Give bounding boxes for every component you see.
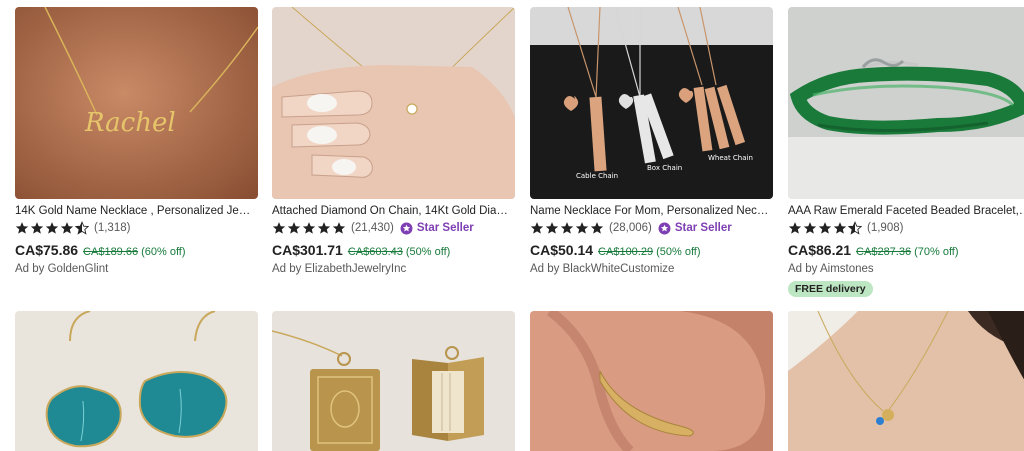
- original-price: CA$287.36: [856, 246, 912, 258]
- star-icon: [560, 222, 574, 234]
- ad-shop-label[interactable]: Ad by ElizabethJewelryInc: [272, 263, 515, 275]
- chain-label-wheat: Wheat Chain: [708, 154, 753, 162]
- listing-image-8[interactable]: [788, 311, 1024, 451]
- star-seller-badge: Star Seller: [658, 222, 732, 235]
- price-row: CA$86.21 CA$287.36 (70% off): [788, 242, 1024, 260]
- price-row: CA$301.71 CA$603.43 (50% off): [272, 242, 515, 260]
- star-icon: [30, 222, 44, 234]
- star-seller-label: Star Seller: [416, 222, 474, 234]
- star-icon: [45, 222, 59, 234]
- listing-image-2[interactable]: [272, 7, 515, 199]
- star-icon: [818, 222, 832, 234]
- listing-card-7[interactable]: [530, 311, 773, 451]
- star-rating: [272, 221, 347, 235]
- review-count: (28,006): [609, 222, 652, 234]
- star-icon: [803, 222, 817, 234]
- star-icon: [15, 222, 29, 234]
- sale-price: CA$301.71: [272, 242, 343, 258]
- listing-title[interactable]: AAA Raw Emerald Faceted Beaded Bracelet,…: [788, 204, 1024, 218]
- rating-row: (21,430) Star Seller: [272, 220, 515, 236]
- ad-shop-label[interactable]: Ad by Aimstones: [788, 263, 1024, 275]
- listing-card-1[interactable]: Rachel 14K Gold Name Necklace , Personal…: [15, 7, 258, 275]
- listing-card-6[interactable]: [272, 311, 515, 451]
- listing-card-8[interactable]: [788, 311, 1024, 451]
- listing-title[interactable]: 14K Gold Name Necklace , Personalized Je…: [15, 204, 258, 218]
- original-price: CA$603.43: [347, 246, 403, 258]
- rating-row: (1,908): [788, 220, 1024, 236]
- free-delivery-badge: FREE delivery: [788, 281, 873, 297]
- listing-grid: Rachel 14K Gold Name Necklace , Personal…: [0, 0, 1024, 451]
- star-icon: [833, 222, 847, 234]
- listing-card-5[interactable]: [15, 311, 258, 451]
- star-icon: [530, 222, 544, 234]
- chain-label-box: Box Chain: [647, 164, 682, 172]
- star-icon: [272, 222, 286, 234]
- star-seller-label: Star Seller: [674, 222, 732, 234]
- sale-price: CA$50.14: [530, 242, 594, 258]
- sale-price: CA$86.21: [788, 242, 852, 258]
- sale-price: CA$75.86: [15, 242, 79, 258]
- discount-label: (70% off): [914, 246, 959, 258]
- necklace-name-text: Rachel: [84, 108, 176, 138]
- star-icon: [590, 222, 604, 234]
- star-icon: [575, 222, 589, 234]
- listing-card-3[interactable]: Cable Chain Box Chain Wheat Chain Name N…: [530, 7, 773, 275]
- half-star-icon: [848, 221, 862, 235]
- rating-row: (1,318): [15, 220, 258, 236]
- star-seller-icon: [658, 222, 671, 234]
- star-rating: [15, 221, 90, 235]
- star-rating: [530, 221, 605, 235]
- discount-label: (50% off): [656, 246, 701, 258]
- discount-label: (50% off): [405, 246, 451, 258]
- listing-image-5[interactable]: [15, 311, 258, 451]
- star-icon: [332, 222, 346, 234]
- listing-image-3[interactable]: Cable Chain Box Chain Wheat Chain: [530, 7, 773, 199]
- star-icon: [545, 222, 559, 234]
- ad-shop-label[interactable]: Ad by GoldenGlint: [15, 263, 258, 275]
- listing-title[interactable]: Name Necklace For Mom, Personalized Neck…: [530, 204, 773, 218]
- chain-label-cable: Cable Chain: [576, 172, 618, 180]
- listing-card-2[interactable]: Attached Diamond On Chain, 14Kt Gold Dia…: [272, 7, 515, 275]
- review-count: (1,908): [867, 222, 904, 234]
- original-price: CA$100.29: [598, 246, 654, 258]
- listing-image-1[interactable]: Rachel: [15, 7, 258, 199]
- listing-image-6[interactable]: [272, 311, 515, 451]
- star-icon: [60, 222, 74, 234]
- review-count: (21,430): [351, 222, 394, 234]
- star-icon: [302, 222, 316, 234]
- ad-shop-label[interactable]: Ad by BlackWhiteCustomize: [530, 263, 773, 275]
- star-icon: [788, 222, 802, 234]
- discount-label: (60% off): [141, 246, 186, 258]
- star-icon: [287, 222, 301, 234]
- listing-title[interactable]: Attached Diamond On Chain, 14Kt Gold Dia…: [272, 204, 515, 218]
- listing-card-4[interactable]: AAA Raw Emerald Faceted Beaded Bracelet,…: [788, 7, 1024, 297]
- review-count: (1,318): [94, 222, 131, 234]
- star-rating: [788, 221, 863, 235]
- listing-image-7[interactable]: [530, 311, 773, 451]
- star-icon: [317, 222, 331, 234]
- price-row: CA$75.86 CA$189.66 (60% off): [15, 242, 258, 260]
- star-seller-icon: [400, 222, 413, 234]
- listing-image-4[interactable]: [788, 7, 1024, 199]
- rating-row: (28,006) Star Seller: [530, 220, 773, 236]
- star-seller-badge: Star Seller: [400, 222, 474, 235]
- half-star-icon: [75, 221, 89, 235]
- original-price: CA$189.66: [83, 246, 139, 258]
- price-row: CA$50.14 CA$100.29 (50% off): [530, 242, 773, 260]
